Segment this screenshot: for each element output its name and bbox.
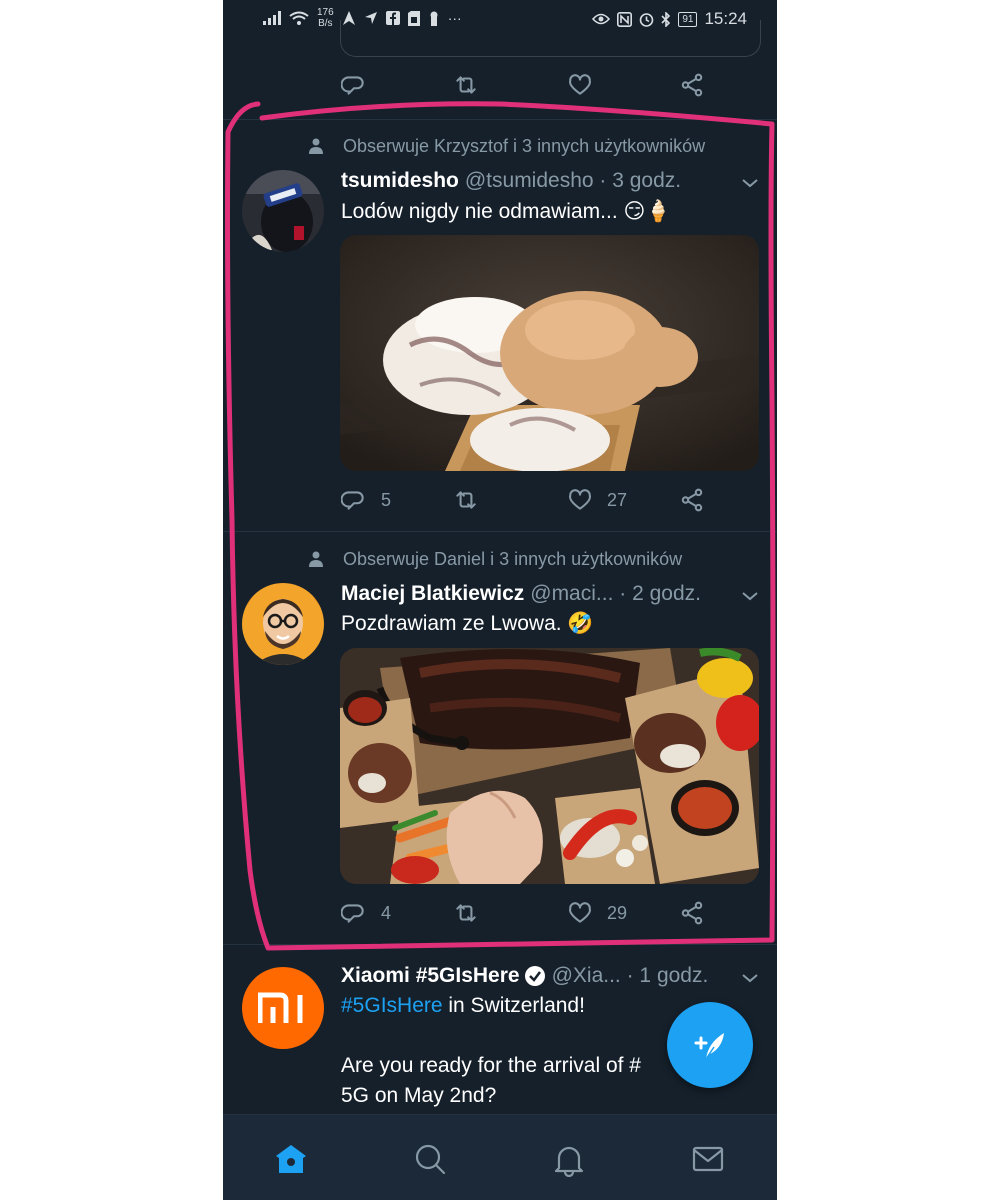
share-button[interactable] [679,487,705,513]
share-icon [681,488,703,512]
share-button[interactable] [679,900,705,926]
share-button[interactable] [679,72,705,98]
retweet-icon [456,904,476,922]
retweet-icon [456,76,476,94]
nav-messages[interactable] [688,1139,728,1179]
tweet-menu-button[interactable] [741,971,759,985]
nav-home[interactable] [271,1139,311,1179]
handle-and-time: @maci... · 2 godz. [530,582,701,605]
like-button[interactable]: 29 [567,900,627,926]
chevron-down-icon [742,179,758,188]
divider [223,944,777,945]
reply-button[interactable]: 5 [341,487,391,513]
handle-and-time: @Xia... · 1 godz. [551,964,709,987]
home-icon [276,1145,306,1173]
tweet-text-line-2: Are you ready for the arrival of # [341,1054,641,1077]
tweet-tsumidesho[interactable]: Obserwuje Krzysztof i 3 innych użytkowni… [223,135,777,531]
reply-icon [341,76,364,95]
wifi-icon [289,11,309,25]
share-icon [681,901,703,925]
reply-button[interactable] [341,72,367,98]
like-button[interactable]: 27 [567,487,627,513]
person-icon [309,138,323,154]
reply-button[interactable]: 4 [341,900,391,926]
previous-tweet-media-edge [340,20,761,57]
tweet-image[interactable] [340,235,759,471]
bottom-navigation [223,1114,777,1200]
handle-and-time: @tsumidesho · 3 godz. [464,169,682,192]
chevron-down-icon [742,592,758,601]
tweet-text: Lodów nigdy nie odmawiam... 😏🍦 [341,200,672,223]
reply-count: 5 [381,489,392,510]
tweet-header: Maciej Blatkiewicz @maci... · 2 godz. [341,580,701,608]
like-count: 27 [607,489,628,510]
reply-icon [341,904,364,923]
xiaomi-logo-icon [258,992,303,1023]
compose-tweet-button[interactable] [667,1002,753,1088]
previous-tweet-actions [341,72,741,104]
tweet-header: tsumidesho @tsumidesho · 3 godz. [341,167,681,195]
divider [223,119,777,120]
author-name[interactable]: Xiaomi #5GIsHere [341,964,520,988]
tweet-text: Pozdrawiam ze Lwowa. 🤣 [341,612,594,635]
cartoon-avatar-image [242,583,324,665]
signal-icon [263,11,281,25]
retweet-button[interactable] [453,900,479,926]
network-speed: 176 B/s [317,7,334,29]
tweet-text-line-1: #5GIsHere in Switzerland! [341,994,585,1017]
avatar-image [242,170,324,252]
bell-icon [554,1146,584,1177]
author-name[interactable]: Maciej Blatkiewicz [341,582,524,606]
nav-search[interactable] [410,1139,450,1179]
like-icon [569,74,591,95]
retweet-button[interactable] [453,487,479,513]
share-icon [681,73,703,97]
hashtag-link[interactable]: #5GIsHere [341,994,443,1017]
retweet-button[interactable] [453,72,479,98]
search-icon [415,1144,446,1175]
reply-count: 4 [381,902,392,923]
tweet-text-line-3: 5G on May 2nd? [341,1084,497,1107]
like-icon [569,902,591,923]
like-icon [569,489,591,510]
chevron-down-icon [742,974,758,983]
mail-icon [692,1146,724,1172]
tweet-actions: 4 29 [341,900,741,932]
tweet-maciej-blatkiewicz[interactable]: Obserwuje Daniel i 3 innych użytkowników… [223,548,777,944]
social-context: Obserwuje Krzysztof i 3 innych użytkowni… [309,135,705,157]
retweet-icon [456,491,476,509]
tweet-image[interactable] [340,648,759,884]
like-button[interactable] [567,72,593,98]
avatar[interactable] [242,583,324,665]
tweet-menu-button[interactable] [741,176,759,190]
tweet-actions: 5 27 [341,487,741,519]
author-name[interactable]: tsumidesho [341,169,459,193]
bbq-food-photo [340,648,759,884]
nav-notifications[interactable] [549,1139,589,1179]
twitter-app-screen: 176 B/s ··· 91 15:24 Obserwuje Krzysztof… [223,0,777,1200]
like-count: 29 [607,902,628,923]
social-context: Obserwuje Daniel i 3 innych użytkowników [309,548,682,570]
compose-icon [694,1033,724,1060]
avatar[interactable] [242,170,324,252]
tweet-header: Xiaomi #5GIsHere @Xia... · 1 godz. [341,962,708,990]
tweet-menu-button[interactable] [741,589,759,603]
person-icon [309,551,323,567]
reply-icon [341,491,364,510]
ice-cream-photo [340,235,759,471]
verified-badge-icon [524,966,545,986]
divider [223,531,777,532]
avatar[interactable] [242,967,324,1049]
